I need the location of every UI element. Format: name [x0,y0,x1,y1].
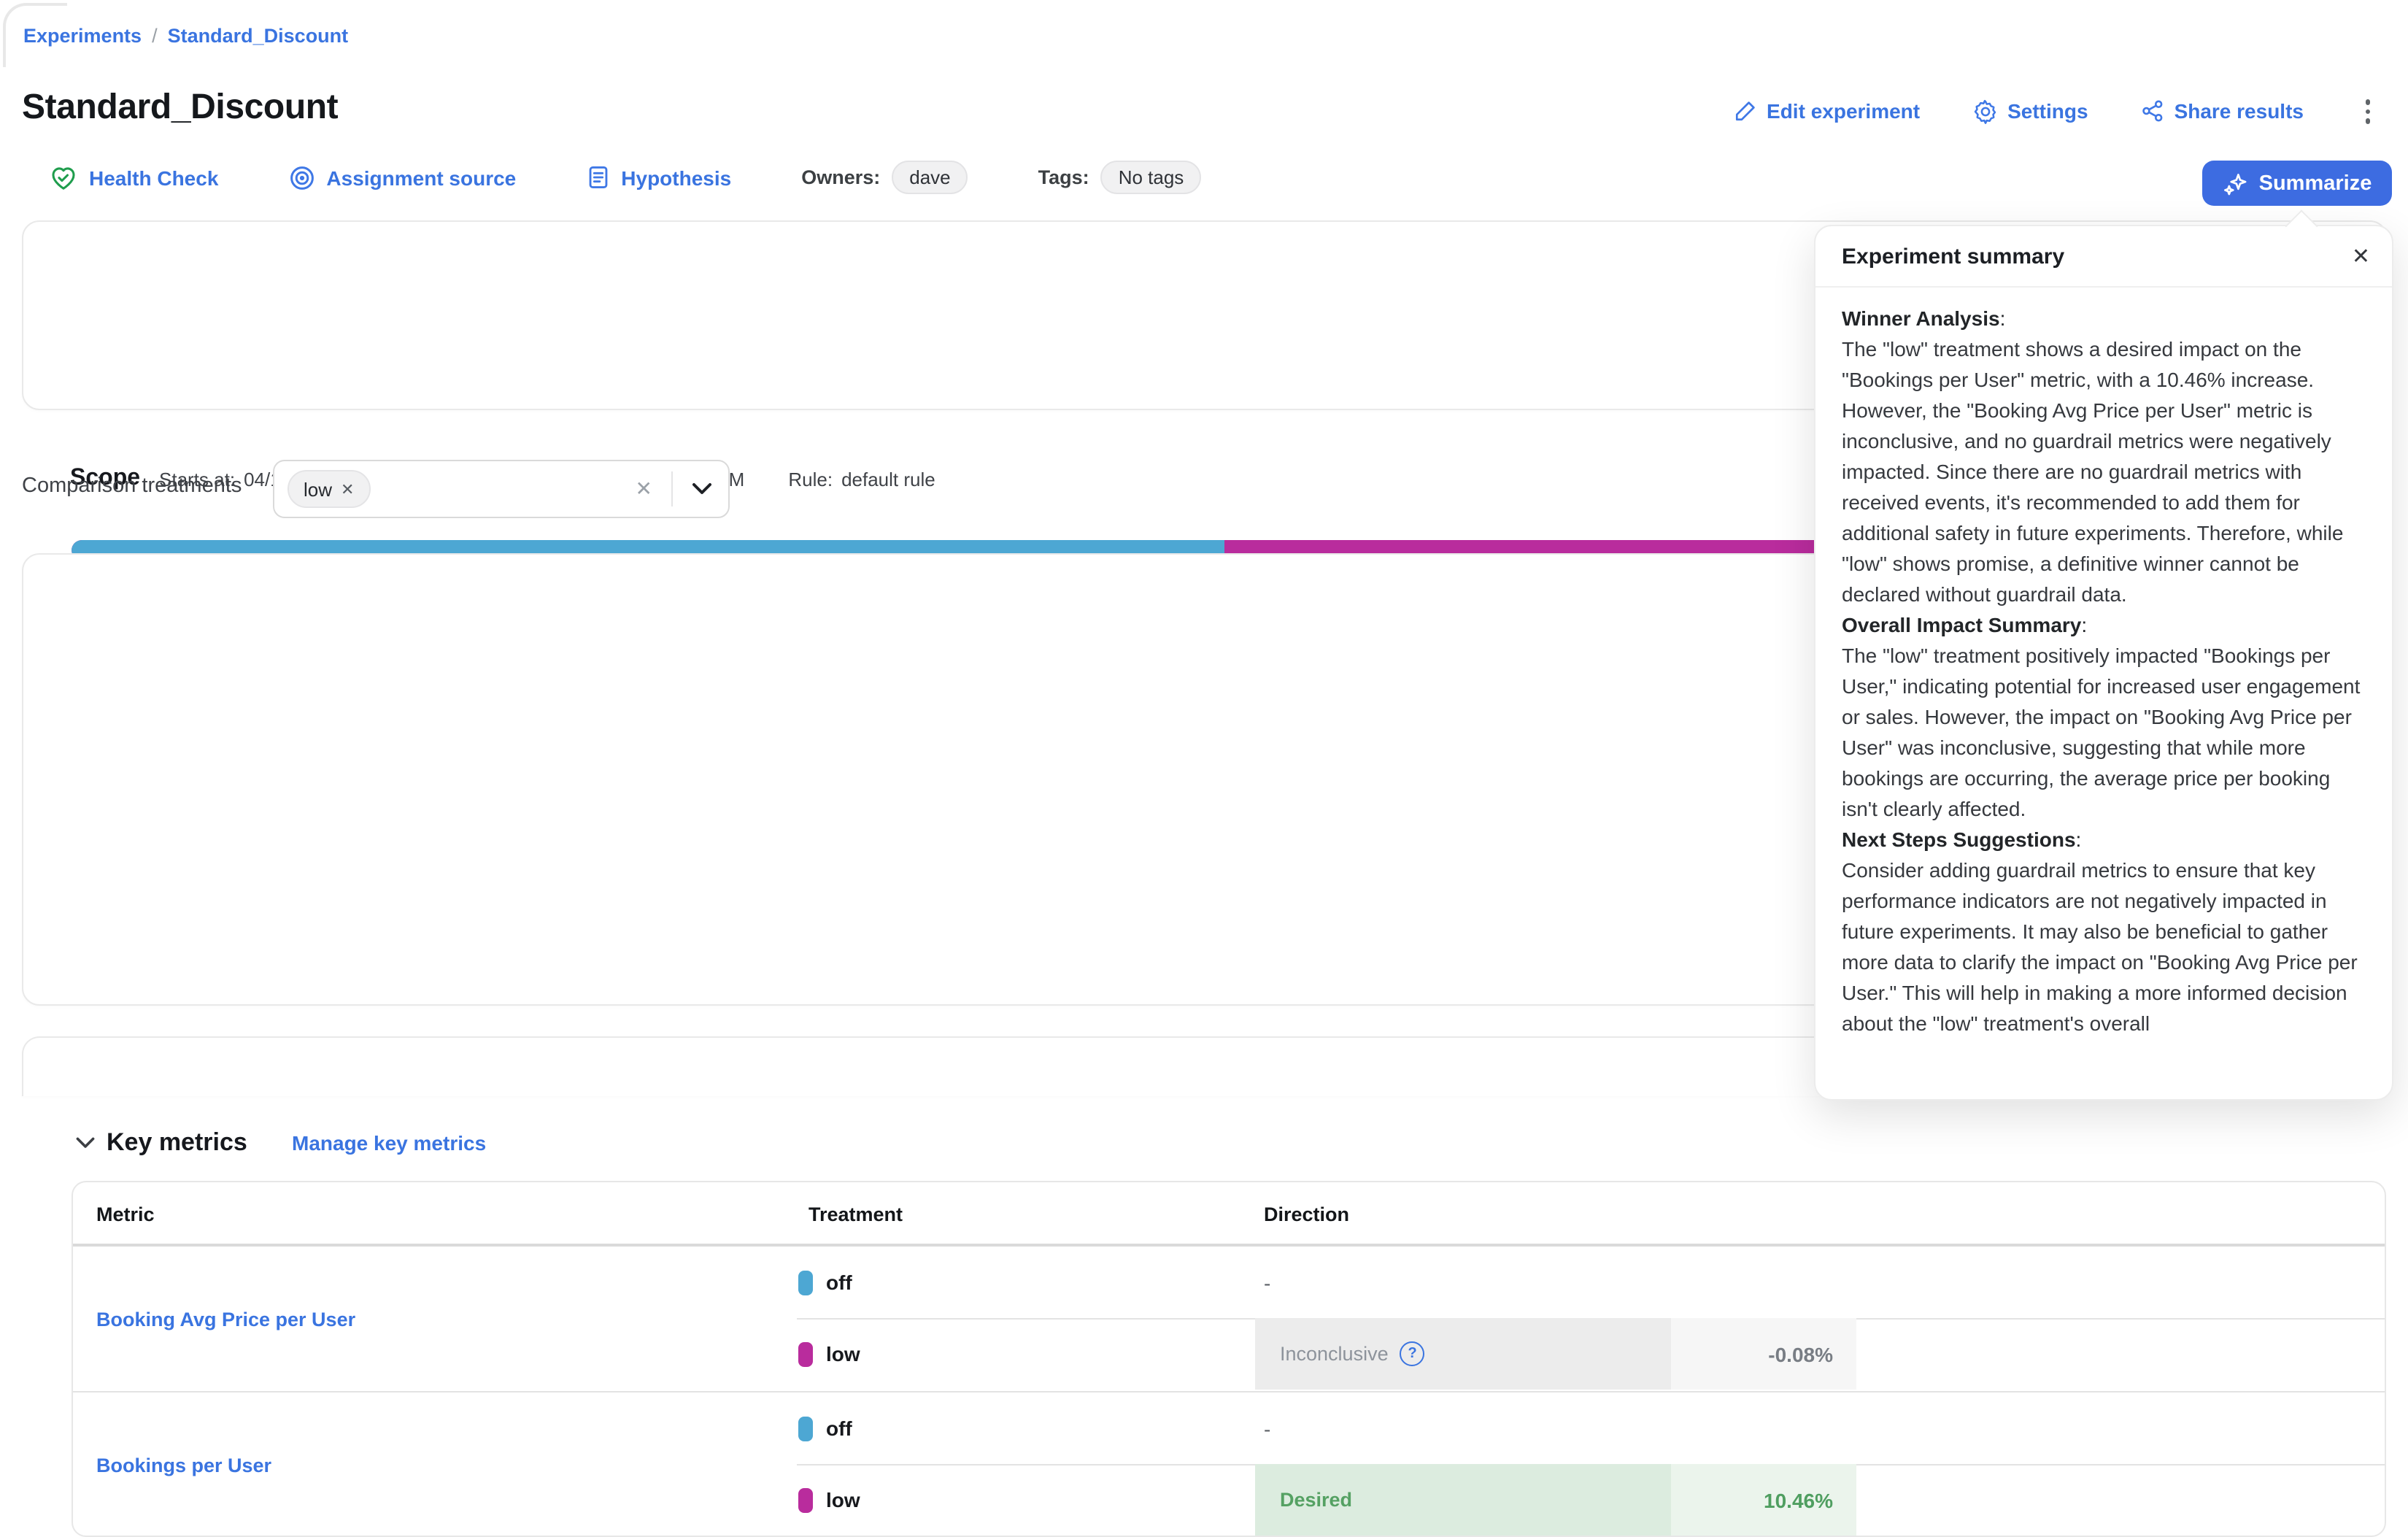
off-color-swatch [798,1270,813,1295]
page-title: Standard_Discount [22,88,338,128]
summary-section-overall-impact: Overall Impact Summary: The "low" treatm… [1842,610,2366,825]
manage-key-metrics-link[interactable]: Manage key metrics [292,1131,486,1155]
summarize-button[interactable]: Summarize [2202,161,2392,206]
direction-cell-inconclusive: Inconclusive ? [1255,1318,1671,1390]
treatment-subrow-low: low Desired 10.46% [73,1464,2385,1536]
share-results-button[interactable]: Share results [2141,100,2304,123]
table-row: Bookings per User off - low Desired [73,1391,2385,1537]
health-check-link[interactable]: Health Check [50,164,218,190]
off-color-swatch [798,1416,813,1441]
heart-check-icon [50,164,77,190]
sparkles-icon [2223,171,2247,196]
key-metrics-title: Key metrics [107,1128,247,1157]
panel-body: Winner Analysis: The "low" treatment sho… [1842,304,2366,1039]
document-icon [586,165,609,190]
select-divider [671,471,673,506]
summary-section-winner-analysis: Winner Analysis: The "low" treatment sho… [1842,304,2366,610]
experiment-summary-panel: Experiment summary ✕ Winner Analysis: Th… [1814,225,2393,1101]
low-color-swatch [798,1487,813,1512]
treatment-label: off [798,1270,852,1295]
panel-divider [1815,286,2392,288]
treatment-subrow-off: off - [73,1247,2385,1318]
question-icon[interactable]: ? [1400,1341,1425,1366]
settings-button[interactable]: Settings [1972,99,2088,124]
direction-dash: - [1264,1271,1270,1294]
header-actions: Edit experiment Settings Share results [1733,93,2379,129]
owners-group: Owners: dave [801,161,968,194]
pencil-icon [1733,100,1756,123]
comparison-treatments-select[interactable]: low ✕ ✕ [273,460,730,518]
treatment-subrow-low: low Inconclusive ? -0.08% [73,1318,2385,1390]
tags-group: Tags: No tags [1038,161,1202,194]
treatment-label: off [798,1416,852,1441]
owner-pill[interactable]: dave [892,161,968,194]
treatment-subrow-off: off - [73,1392,2385,1464]
assignment-source-link[interactable]: Assignment source [288,164,516,190]
column-header-direction: Direction [1264,1203,1349,1225]
breadcrumb-current-link[interactable]: Standard_Discount [168,25,349,47]
target-icon [288,164,314,190]
scope-rule: Rule: default rule [788,468,935,490]
owners-label: Owners: [801,166,880,188]
chip-remove-icon[interactable]: ✕ [341,479,354,498]
chevron-down-icon[interactable] [692,482,712,496]
more-options-kebab-icon[interactable] [2356,93,2379,129]
experiment-results-page: Experiments / Standard_Discount Standard… [0,0,2408,1052]
collapse-chevron-icon[interactable] [76,1137,95,1149]
tags-label: Tags: [1038,166,1089,188]
breadcrumb: Experiments / Standard_Discount [23,25,348,47]
tags-pill[interactable]: No tags [1101,161,1202,194]
treatment-chip-low[interactable]: low ✕ [288,470,370,508]
breadcrumb-separator: / [152,25,158,47]
select-clear-icon[interactable]: ✕ [636,477,652,501]
delta-cell: -0.08% [1671,1318,1856,1390]
treatment-label: low [798,1341,860,1366]
comparison-treatments-label: Comparison treatments [22,474,242,498]
experiment-meta-row: Health Check Assignment source Hypothesi… [50,161,1201,194]
close-icon[interactable]: ✕ [2352,246,2370,268]
treatment-label: low [798,1487,860,1512]
hypothesis-link[interactable]: Hypothesis [586,165,731,190]
panel-title: Experiment summary [1842,244,2064,269]
key-metrics-table: Metric Treatment Direction Booking Avg P… [72,1181,2386,1537]
edit-experiment-button[interactable]: Edit experiment [1733,100,1920,123]
direction-dash: - [1264,1417,1270,1440]
low-color-swatch [798,1341,813,1366]
gear-icon [1972,99,1997,124]
column-header-metric: Metric [96,1203,155,1225]
table-header-row: Metric Treatment Direction [73,1182,2385,1247]
delta-cell: 10.46% [1671,1464,1856,1536]
direction-cell-desired: Desired [1255,1464,1671,1536]
column-header-treatment: Treatment [809,1203,903,1225]
summary-section-next-steps: Next Steps Suggestions: Consider adding … [1842,825,2366,1039]
breadcrumb-experiments-link[interactable]: Experiments [23,25,142,47]
table-row: Booking Avg Price per User off - low [73,1247,2385,1391]
share-icon [2141,100,2164,123]
